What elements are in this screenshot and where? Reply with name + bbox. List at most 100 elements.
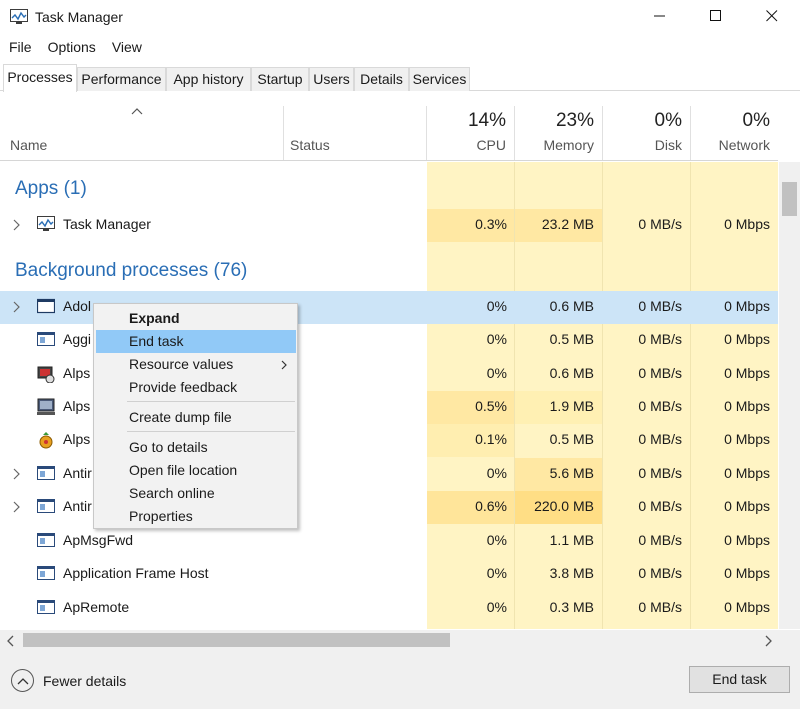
process-memory: 220.0 MB [534,498,594,514]
process-name: Task Manager [63,216,151,232]
menu-item-properties[interactable]: Properties [96,505,296,528]
submenu-arrow-icon [281,357,288,373]
menu-item-end-task[interactable]: End task [96,330,296,353]
column-memory[interactable]: 23% Memory [515,92,602,160]
process-network: 0 Mbps [724,398,770,414]
chevron-right-icon[interactable] [11,467,23,481]
menu-separator [127,431,295,432]
tab-app-history[interactable]: App history [166,67,251,91]
memory-total: 23% [555,110,594,131]
process-network: 0 Mbps [724,331,770,347]
process-name: ApMsgFwd [63,532,134,548]
process-cpu: 0.5% [475,398,507,414]
maximize-button[interactable] [688,0,744,34]
task-manager-icon [37,216,55,234]
process-name: Antir [63,498,92,514]
tab-performance[interactable]: Performance [77,67,166,91]
service-window-icon [37,498,55,516]
chevron-right-icon[interactable] [11,218,23,232]
process-name: ApRemote [63,599,130,615]
process-cpu: 0.3% [475,216,507,232]
fewer-details-label: Fewer details [43,672,127,689]
column-cpu[interactable]: 14% CPU [427,92,514,160]
process-network: 0 Mbps [724,465,770,481]
process-name: Adol [63,298,92,314]
menu-separator [127,401,295,402]
horizontal-scroll-thumb[interactable] [23,633,450,647]
menu-item-expand[interactable]: Expand [96,307,296,330]
minimize-button[interactable] [632,0,688,34]
process-cpu: 0.1% [475,431,507,447]
cpu-total: 14% [467,110,506,131]
tab-processes[interactable]: Processes [3,64,77,92]
menu-item-resource-values[interactable]: Resource values [96,353,296,376]
horizontal-scrollbar[interactable] [0,630,779,650]
menu-file[interactable]: File [0,37,40,59]
column-name[interactable]: Name [0,92,283,160]
task-manager-icon [10,9,28,25]
alps-pointer-icon [37,431,55,449]
chevron-left-icon[interactable] [6,634,14,650]
process-memory: 3.8 MB [549,565,594,581]
service-window-icon [37,532,55,550]
menu-view[interactable]: View [104,37,150,59]
vertical-scroll-thumb[interactable] [782,182,797,216]
process-name: Alps [63,365,91,381]
column-cpu-label: CPU [476,137,506,153]
menu-item-search-online[interactable]: Search online [96,482,296,505]
column-name-label: Name [10,137,48,153]
scrollbar-corner [779,630,800,650]
column-status[interactable]: Status [284,92,426,160]
process-network: 0 Mbps [724,298,770,314]
menu-item-go-to-details[interactable]: Go to details [96,436,296,459]
process-network: 0 Mbps [724,431,770,447]
menu-item-provide-feedback[interactable]: Provide feedback [96,376,296,399]
service-window-icon [37,465,55,483]
table-row[interactable]: ApRemote 0% 0.3 MB 0 MB/s 0 Mbps [0,592,778,625]
tab-startup[interactable]: Startup [251,67,309,91]
process-disk: 0 MB/s [638,298,682,314]
process-disk: 0 MB/s [638,599,682,615]
minimize-icon [654,9,666,25]
process-memory: 1.9 MB [549,398,594,414]
process-network: 0 Mbps [724,216,770,232]
fewer-details-toggle[interactable]: Fewer details [11,669,126,692]
process-name: Application Frame Host [63,565,209,581]
tab-services[interactable]: Services [409,67,470,91]
process-cpu: 0% [486,331,507,347]
column-network[interactable]: 0% Network [691,92,778,160]
menu-options[interactable]: Options [40,37,104,59]
table-row[interactable]: Task Manager 0.3% 23.2 MB 0 MB/s 0 Mbps [0,209,778,242]
tab-users[interactable]: Users [309,67,354,91]
service-window-icon [37,565,55,583]
menu-bar: File Options View [0,37,150,59]
process-memory: 0.6 MB [549,365,594,381]
process-cpu: 0% [486,532,507,548]
process-memory: 0.5 MB [549,331,594,347]
process-disk: 0 MB/s [638,498,682,514]
process-disk: 0 MB/s [638,398,682,414]
disk-total: 0% [654,110,682,131]
network-total: 0% [742,110,770,131]
alps-monitor-icon [37,398,55,416]
chevron-right-icon[interactable] [11,300,23,314]
table-row[interactable]: ApMsgFwd 0% 1.1 MB 0 MB/s 0 Mbps [0,525,778,558]
process-cpu: 0.6% [475,498,507,514]
process-disk: 0 MB/s [638,331,682,347]
chevron-right-icon[interactable] [11,500,23,514]
menu-item-open-file-location[interactable]: Open file location [96,459,296,482]
tab-strip: Processes Performance App history Startu… [0,64,800,92]
window-icon [36,298,56,316]
vertical-scrollbar[interactable] [779,162,800,629]
menu-item-create-dump-file[interactable]: Create dump file [96,406,296,429]
table-row[interactable]: Application Frame Host 0% 3.8 MB 0 MB/s … [0,558,778,591]
tab-details[interactable]: Details [354,67,409,91]
process-cpu: 0% [486,298,507,314]
end-task-button[interactable]: End task [689,666,790,693]
process-memory: 23.2 MB [541,216,594,232]
column-disk[interactable]: 0% Disk [603,92,690,160]
chevron-right-icon[interactable] [765,634,773,650]
close-button[interactable] [744,0,800,34]
process-name: Alps [63,431,91,447]
window-title: Task Manager [35,9,123,25]
